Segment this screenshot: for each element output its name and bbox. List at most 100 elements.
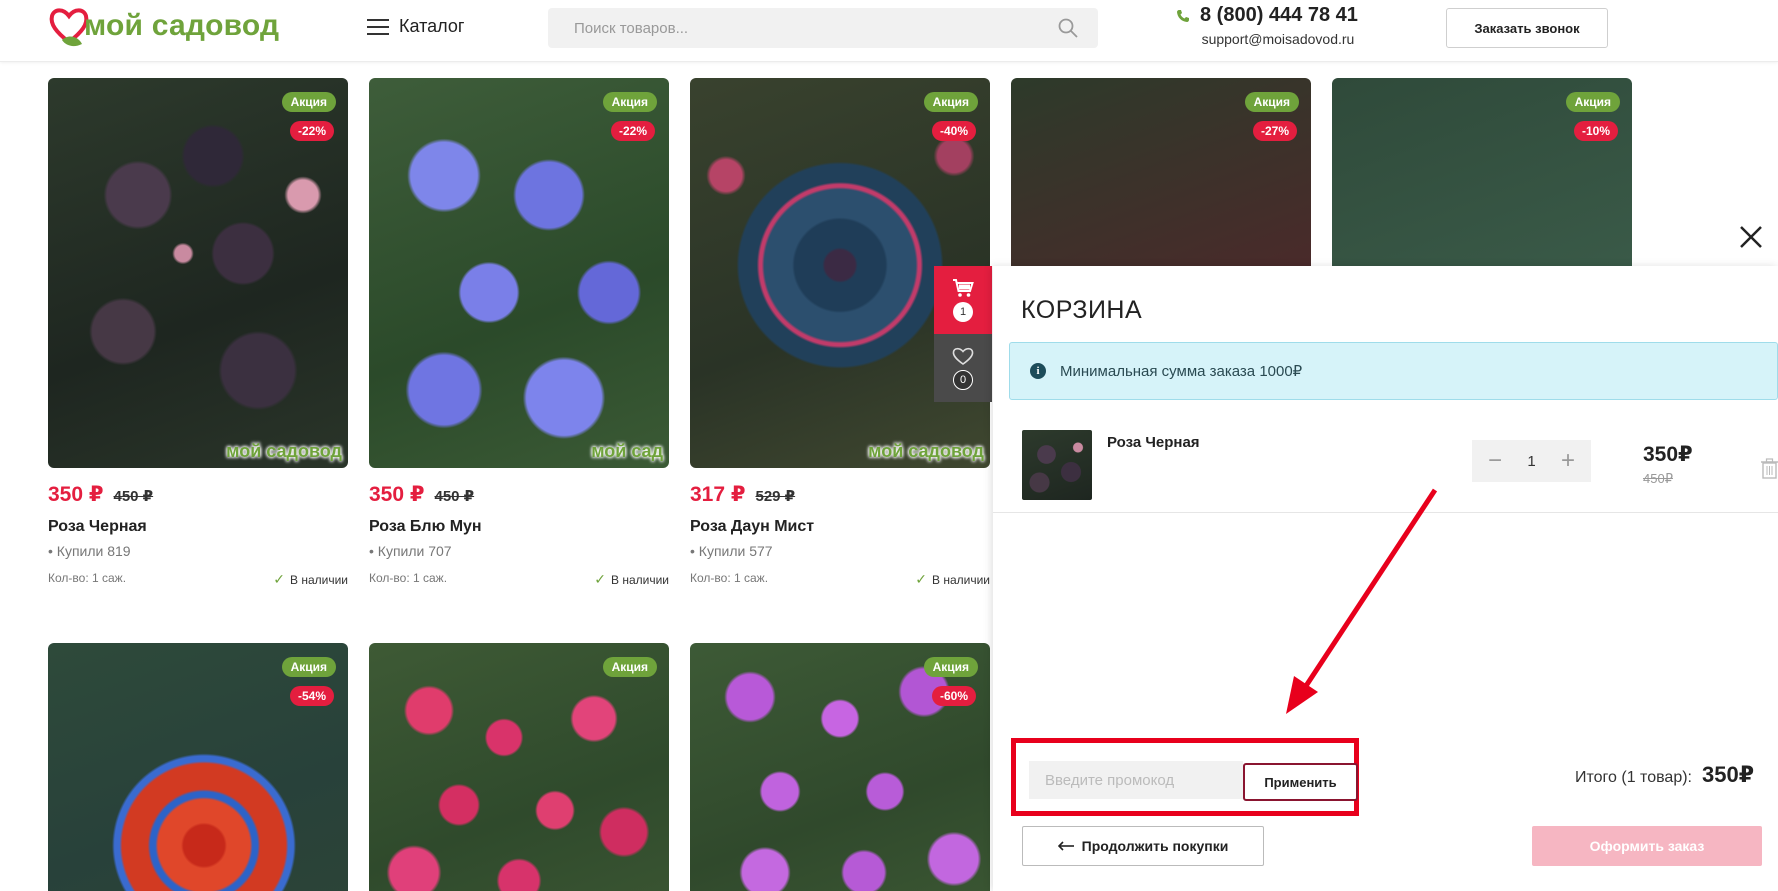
continue-shopping-button[interactable]: Продолжить покупки [1022, 826, 1264, 866]
callback-button[interactable]: Заказать звонок [1446, 8, 1608, 48]
cart-panel: КОРЗИНА i Минимальная сумма заказа 1000₽… [993, 266, 1778, 891]
product-card[interactable]: Акция -60% [690, 643, 990, 891]
product-card[interactable]: Акция -54% [48, 643, 348, 891]
discount-badge: -10% [1573, 121, 1618, 141]
stock-label: В наличии [289, 572, 348, 587]
product-old-price: 450 ₽ [434, 488, 475, 505]
product-image[interactable]: Акция -22% мой сад [369, 78, 669, 468]
cart-item: Роза Черная − 1 + 350₽ 450₽ [993, 418, 1778, 513]
product-price: 317 ₽ [690, 483, 746, 506]
product-sold-count: • Купили 707 [369, 543, 452, 559]
sale-badge: Акция [923, 92, 978, 112]
cart-item-price: 350₽ [1643, 443, 1693, 466]
site-header: мой садовод Каталог 8 (800) 444 78 41 su… [0, 0, 1778, 62]
cart-icon [953, 279, 974, 297]
contact-block: 8 (800) 444 78 41 support@moisadovod.ru [1176, 4, 1358, 47]
product-card[interactable]: Акция [369, 643, 669, 891]
site-logo[interactable]: мой садовод [48, 4, 279, 48]
stock-label: В наличии [610, 572, 669, 587]
product-image[interactable]: Акция -60% [690, 643, 990, 891]
sale-badge: Акция [1565, 92, 1620, 112]
price-row: 350 ₽ 450 ₽ [48, 482, 348, 507]
discount-badge: -27% [1252, 121, 1297, 141]
phone-icon [1177, 9, 1189, 22]
total-label: Итого (1 товар): [1575, 769, 1692, 786]
stock-label: В наличии [931, 572, 990, 587]
increase-quantity-button[interactable]: + [1557, 449, 1579, 473]
product-footer: Кол-во: 1 саж. ✓ В наличии [48, 571, 348, 588]
product-sold-count: • Купили 819 [48, 543, 131, 559]
search-input[interactable] [548, 8, 1098, 48]
product-name[interactable]: Роза Даун Мист [690, 518, 990, 536]
quantity-value[interactable]: 1 [1527, 453, 1535, 470]
product-price: 350 ₽ [48, 483, 104, 506]
total-value: 350₽ [1701, 762, 1754, 787]
trash-icon[interactable] [1761, 458, 1778, 479]
image-watermark: мой садовод [226, 441, 342, 461]
cart-item-old-price: 450₽ [1643, 471, 1673, 486]
catalog-label: Каталог [399, 16, 465, 36]
product-old-price: 450 ₽ [113, 488, 154, 505]
product-name[interactable]: Роза Блю Мун [369, 518, 669, 536]
product-quantity: Кол-во: 1 саж. [48, 571, 127, 585]
sale-badge: Акция [602, 657, 657, 677]
favorites-count-badge: 0 [953, 370, 973, 390]
stock-status: ✓ В наличии [594, 571, 669, 588]
floating-favorites-button[interactable]: 0 [934, 334, 992, 402]
discount-badge: -54% [289, 686, 334, 706]
image-watermark: мой садовод [868, 441, 984, 461]
sale-badge: Акция [281, 92, 336, 112]
close-icon[interactable] [1738, 224, 1764, 250]
search-icon[interactable] [1058, 18, 1078, 38]
product-image[interactable]: Акция -54% [48, 643, 348, 891]
product-card[interactable]: Акция -22% мой садовод 350 ₽ 450 ₽ Роза … [48, 78, 348, 588]
stock-status: ✓ В наличии [915, 571, 990, 588]
phone-number: 8 (800) 444 78 41 [1200, 4, 1358, 26]
cart-count-badge: 1 [953, 302, 973, 322]
product-quantity: Кол-во: 1 саж. [369, 571, 448, 585]
arrow-left-icon [1057, 841, 1074, 851]
sale-badge: Акция [923, 657, 978, 677]
check-icon: ✓ [594, 571, 606, 587]
product-image[interactable]: Акция -22% мой садовод [48, 78, 348, 468]
phone-link[interactable]: 8 (800) 444 78 41 [1176, 4, 1358, 27]
product-footer: Кол-во: 1 саж. ✓ В наличии [369, 571, 669, 588]
discount-badge: -22% [289, 121, 334, 141]
product-sold-count: • Купили 577 [690, 543, 773, 559]
product-old-price: 529 ₽ [755, 488, 796, 505]
sale-badge: Акция [602, 92, 657, 112]
cart-total: Итого (1 товар): 350₽ [1575, 762, 1754, 788]
sale-badge: Акция [281, 657, 336, 677]
product-image[interactable]: Акция [369, 643, 669, 891]
product-card[interactable]: Акция -22% мой сад 350 ₽ 450 ₽ Роза Блю … [369, 78, 669, 588]
email-link[interactable]: support@moisadovod.ru [1198, 31, 1358, 47]
min-order-notice: i Минимальная сумма заказа 1000₽ [1009, 342, 1778, 400]
cart-item-thumbnail[interactable] [1022, 430, 1092, 500]
info-icon: i [1030, 363, 1046, 379]
heart-icon [952, 347, 974, 365]
stock-status: ✓ В наличии [273, 571, 348, 588]
discount-badge: -40% [931, 121, 976, 141]
discount-badge: -60% [931, 686, 976, 706]
search-box [548, 8, 1098, 48]
product-name[interactable]: Роза Черная [48, 518, 348, 536]
cart-title: КОРЗИНА [1021, 296, 1143, 324]
floating-cart-button[interactable]: 1 [934, 266, 992, 334]
sale-badge: Акция [1244, 92, 1299, 112]
product-footer: Кол-во: 1 саж. ✓ В наличии [690, 571, 990, 588]
quantity-stepper: − 1 + [1472, 440, 1591, 482]
continue-shopping-label: Продолжить покупки [1081, 838, 1229, 854]
product-price: 350 ₽ [369, 483, 425, 506]
decrease-quantity-button[interactable]: − [1484, 449, 1506, 473]
notice-text: Минимальная сумма заказа 1000₽ [1060, 363, 1303, 380]
cart-item-name[interactable]: Роза Черная [1107, 434, 1200, 451]
promo-code-input[interactable] [1029, 761, 1243, 799]
logo-text: мой садовод [84, 9, 280, 42]
apply-promo-button[interactable]: Применить [1243, 763, 1358, 801]
product-quantity: Кол-во: 1 саж. [690, 571, 769, 585]
place-order-button[interactable]: Оформить заказ [1532, 826, 1762, 866]
catalog-button[interactable]: Каталог [367, 16, 464, 37]
image-watermark: мой сад [591, 441, 663, 461]
discount-badge: -22% [610, 121, 655, 141]
check-icon: ✓ [915, 571, 927, 587]
